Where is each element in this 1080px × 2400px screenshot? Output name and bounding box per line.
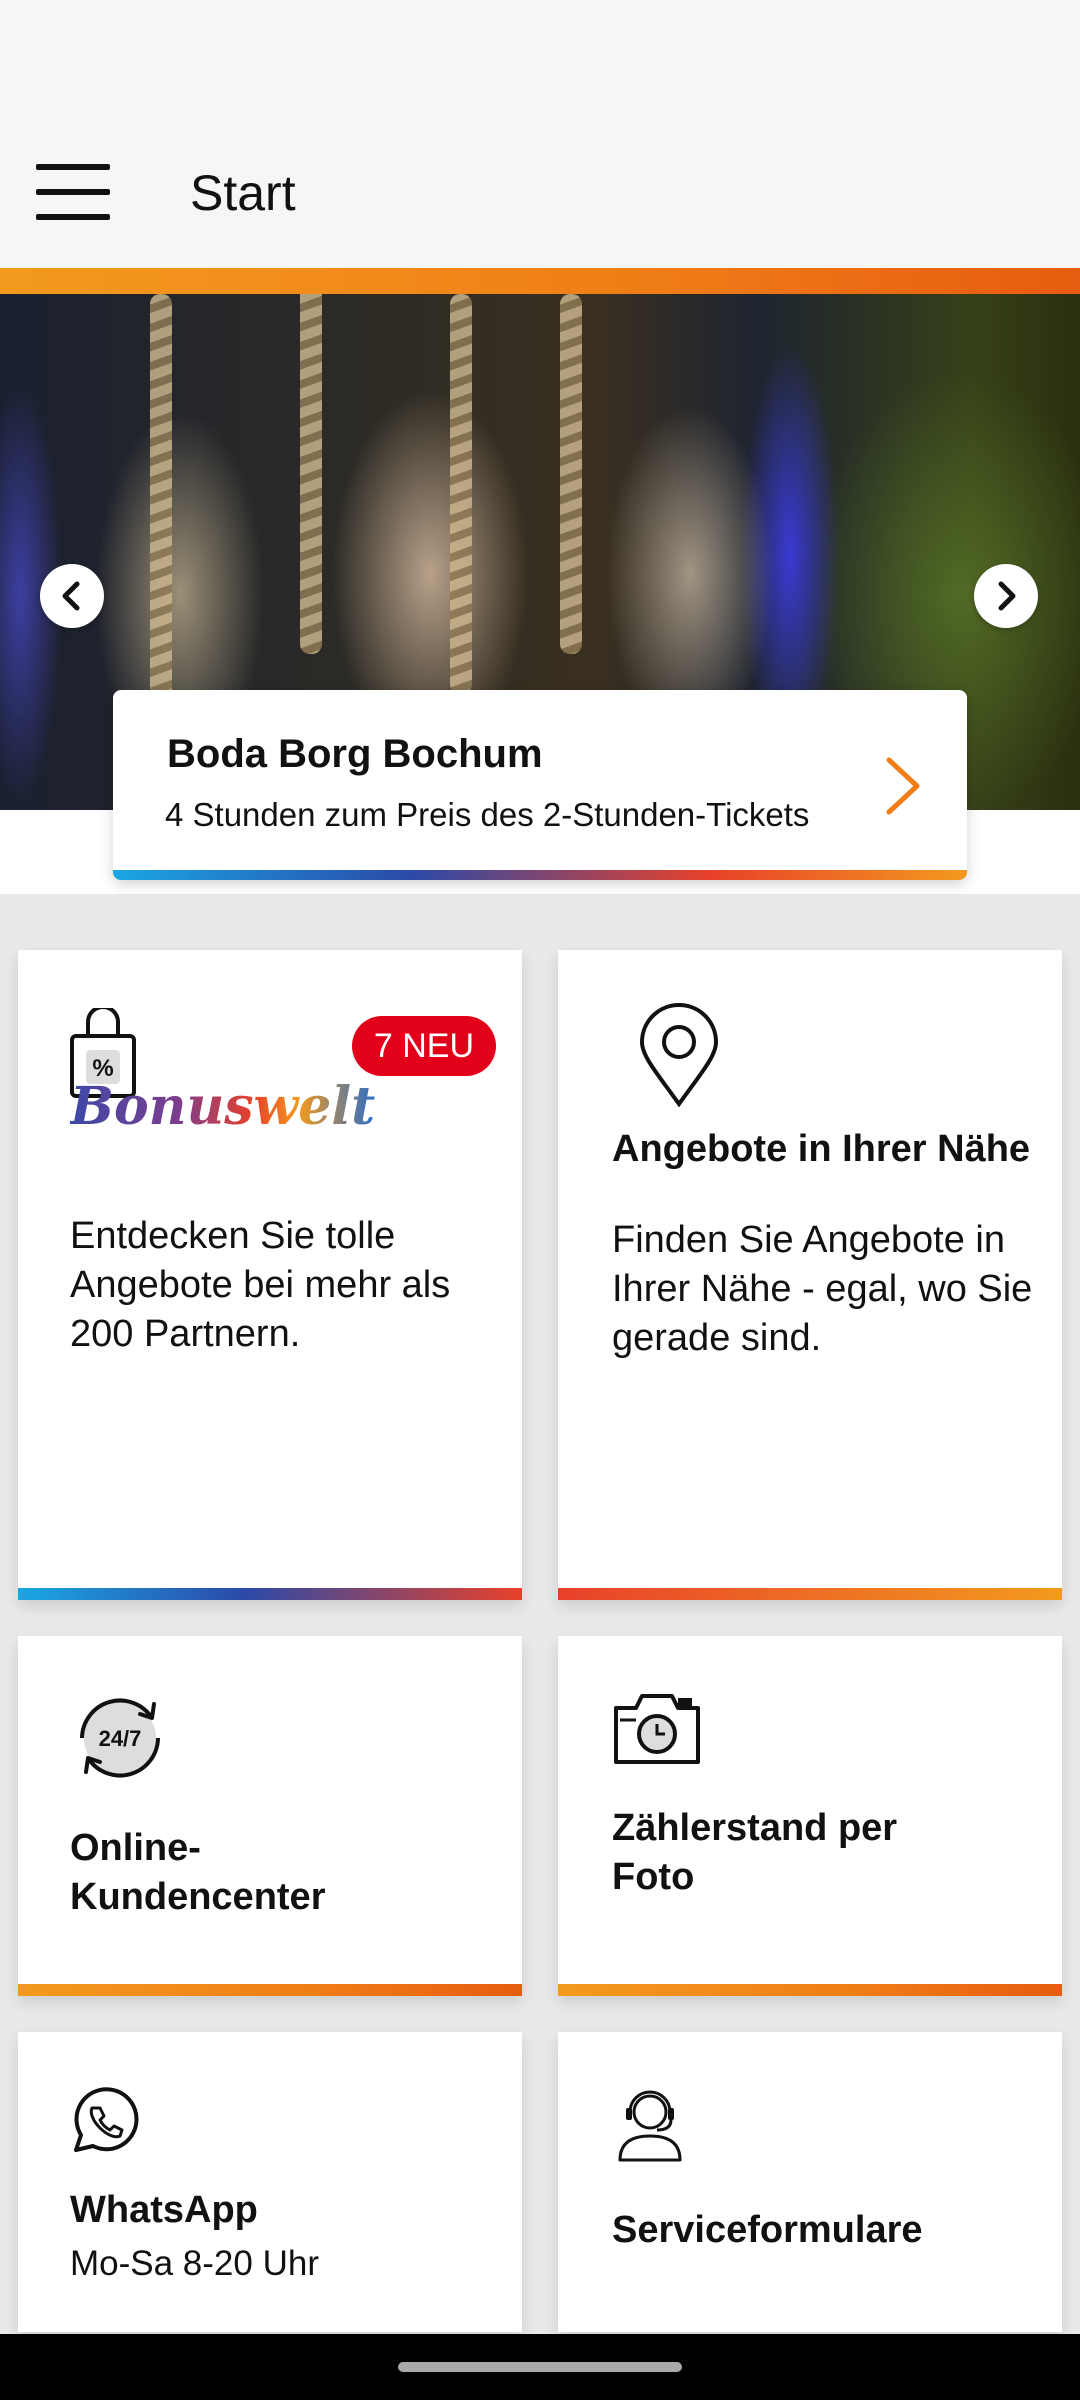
whatsapp-tile[interactable]: WhatsApp Mo-Sa 8-20 Uhr xyxy=(18,2032,522,2332)
meter-reading-photo-heading: Zählerstand per Foto xyxy=(612,1807,898,1898)
meter-reading-photo-tile[interactable]: Zählerstand per Foto xyxy=(558,1636,1062,1996)
whatsapp-hours: Mo-Sa 8-20 Uhr xyxy=(70,2244,319,2283)
service-forms-tile[interactable]: Serviceformulare xyxy=(558,2032,1062,2332)
bonuswelt-logo: Bonuswelt xyxy=(70,1076,376,1137)
hero-image-detail xyxy=(450,294,472,694)
page-title: Start xyxy=(190,165,296,221)
hamburger-icon[interactable] xyxy=(36,164,110,220)
online-customer-center-heading: Online-Kundencenter xyxy=(70,1827,326,1918)
tile-accent-bar xyxy=(558,1984,1062,1996)
online-customer-center-tile[interactable]: 24/7 Online-Kundencenter xyxy=(18,1636,522,1996)
status-bar xyxy=(0,0,1080,100)
nearby-offers-heading: Angebote in Ihrer Nähe xyxy=(612,1128,1031,1170)
hero-image-detail xyxy=(300,294,322,654)
promo-card[interactable]: Boda Borg Bochum 4 Stunden zum Preis des… xyxy=(113,690,967,880)
tile-accent-bar xyxy=(558,1588,1062,1600)
camera-icon xyxy=(610,1688,704,1773)
headset-person-icon xyxy=(616,2086,684,2167)
app-bar: Start xyxy=(0,100,1080,268)
home-gesture-handle[interactable] xyxy=(398,2362,682,2372)
tile-accent-bar xyxy=(18,1984,522,1996)
whatsapp-heading: WhatsApp xyxy=(70,2189,258,2231)
nearby-offers-description: Finden Sie Angebote in Ihrer Nähe - egal… xyxy=(612,1219,1033,1359)
bonuswelt-description: Entdecken Sie tolle Angebote bei mehr al… xyxy=(70,1215,451,1355)
chevron-right-icon xyxy=(883,756,923,821)
bonuswelt-tile[interactable]: % 7 NEU Bonuswelt Entdecken Sie tolle An… xyxy=(18,950,522,1600)
whatsapp-icon xyxy=(68,2086,140,2163)
service-forms-heading: Serviceformulare xyxy=(612,2209,923,2251)
nearby-offers-tile[interactable]: Angebote in Ihrer Nähe Finden Sie Angebo… xyxy=(558,950,1062,1600)
clock-24-7-icon: 24/7 xyxy=(68,1686,172,1795)
new-count-badge: 7 NEU xyxy=(351,1016,496,1076)
promo-gradient-bar xyxy=(113,870,967,880)
promo-subtitle: 4 Stunden zum Preis des 2-Stunden-Ticket… xyxy=(165,796,810,833)
tile-accent-bar xyxy=(18,1588,522,1600)
header-accent-stripe xyxy=(0,268,1080,294)
hero-image-detail xyxy=(560,294,582,654)
hero-image-detail xyxy=(150,294,172,714)
location-pin-icon xyxy=(636,1002,722,1113)
promo-title: Boda Borg Bochum xyxy=(167,732,543,776)
clock-label: 24/7 xyxy=(99,1726,142,1751)
chevron-right-icon[interactable] xyxy=(974,564,1038,628)
chevron-left-icon[interactable] xyxy=(40,564,104,628)
